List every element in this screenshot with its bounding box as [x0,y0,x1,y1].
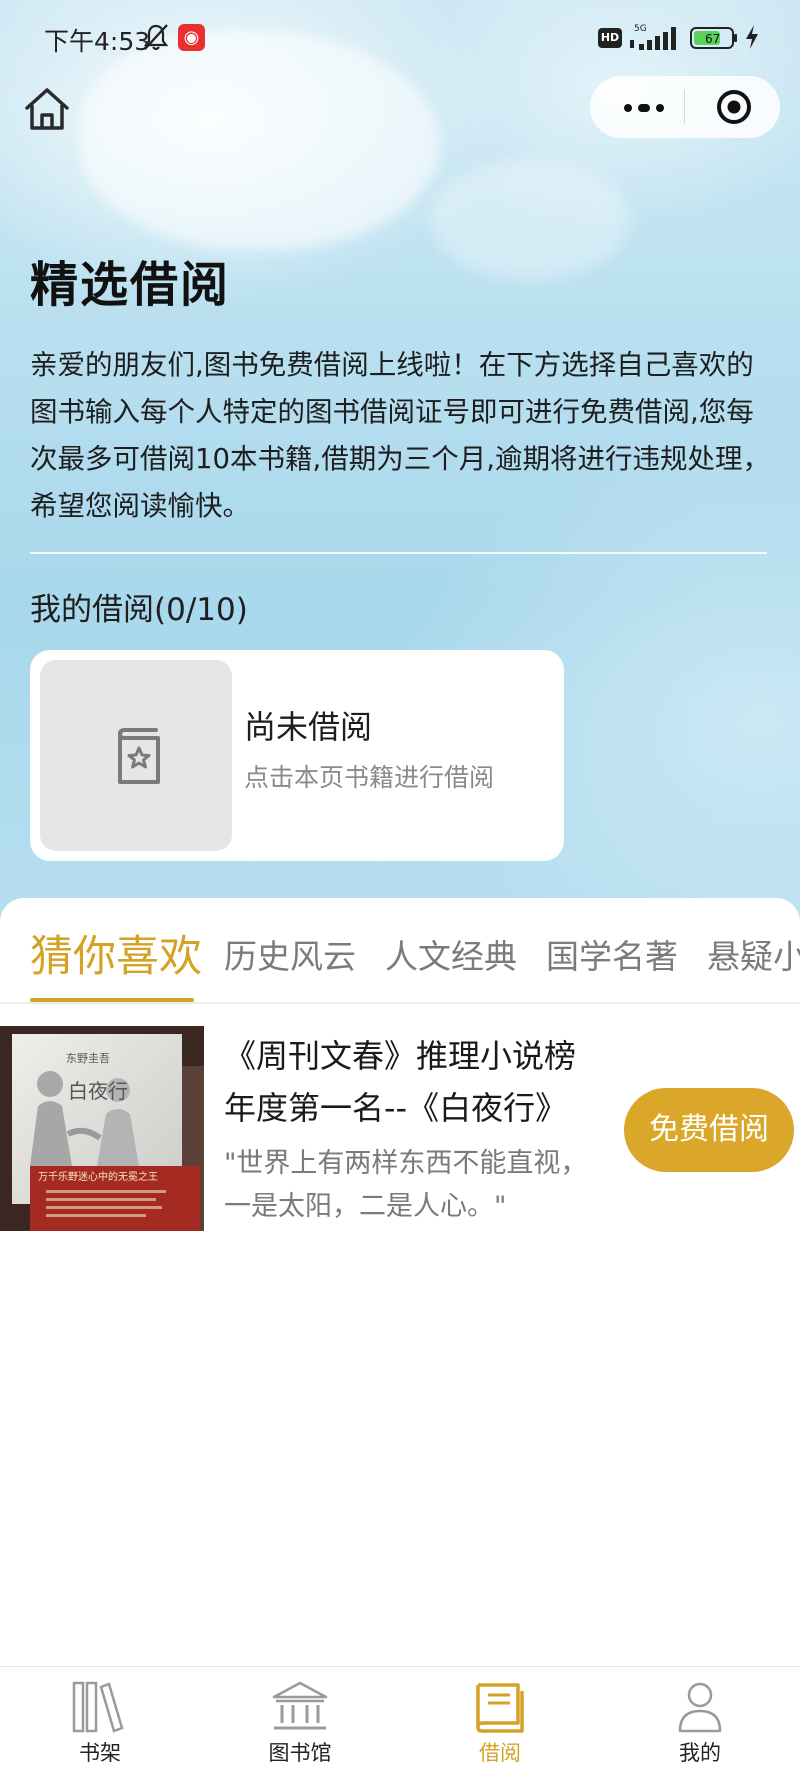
close-button[interactable] [694,76,772,138]
tabbar-item-library[interactable]: 图书馆 [200,1667,400,1778]
tab-mystery[interactable]: 悬疑小说 [707,930,800,978]
battery-icon: 67 [690,27,737,49]
category-tabs: 猜你喜欢 历史风云 人文经典 国学名著 悬疑小说 [0,898,800,1004]
mini-program-capsule [590,76,780,138]
page-title: 精选借阅 [30,257,231,313]
status-time: 下午4:53 [44,27,151,56]
tabbar-label: 书架 [79,1741,121,1765]
active-tab-indicator [30,998,194,1002]
book-star-icon [118,728,160,784]
bottom-tab-bar: 书架 图书馆 借阅 我的 [0,1666,800,1778]
content-sheet: 猜你喜欢 历史风云 人文经典 国学名著 悬疑小说 东野圭吾 白夜行 [0,898,800,1668]
hd-badge: HD [598,28,622,48]
network-type-label: 5G [634,24,647,34]
cover-title: 白夜行 [68,1079,128,1103]
section-divider [30,552,767,554]
tab-humanities[interactable]: 人文经典 [385,930,517,978]
empty-borrow-title: 尚未借阅 [244,708,373,746]
signal-icon: 5G [630,24,676,50]
book-quote: "世界上有两样东西不能直视，一是太阳，二是人心。" [224,1148,588,1222]
tabbar-label: 图书馆 [268,1741,332,1765]
status-bar: 下午4:53 ◉ HD 5G 67 [0,18,800,58]
person-icon [678,1682,722,1733]
my-borrow-card[interactable]: 尚未借阅 点击本页书籍进行借阅 [30,650,564,861]
cloud-decoration [80,30,440,250]
my-borrow-title: 我的借阅(0/10) [30,592,248,628]
tabbar-label: 我的 [679,1741,721,1765]
cover-banner: 万千乐野迷心中的无冕之王 [38,1170,158,1183]
tabbar-item-borrow[interactable]: 借阅 [400,1667,600,1778]
book-cover-image[interactable]: 东野圭吾 白夜行 万千乐野迷心中的无冕之王 [0,1026,204,1231]
library-icon [272,1681,328,1730]
charging-icon [746,25,758,49]
free-borrow-button[interactable]: 免费借阅 [624,1088,794,1172]
tab-chinese-classics[interactable]: 国学名著 [546,930,678,978]
book-icon [476,1683,524,1733]
tabbar-label: 借阅 [479,1741,521,1765]
intro-text: 亲爱的朋友们,图书免费借阅上线啦！在下方选择自己喜欢的图书输入每个人特定的图书借… [30,349,770,522]
notification-app-icon: ◉ [178,24,205,51]
bell-muted-icon [143,24,169,51]
tab-guess-you-like[interactable]: 猜你喜欢 [30,922,202,984]
target-icon [717,90,751,124]
more-button[interactable] [600,76,678,138]
bookshelf-icon [72,1681,124,1733]
empty-borrow-subtitle: 点击本页书籍进行借阅 [244,763,495,792]
cover-author: 东野圭吾 [66,1052,110,1065]
capsule-divider [684,90,685,124]
tab-history[interactable]: 历史风云 [224,930,356,978]
tabbar-item-mine[interactable]: 我的 [600,1667,800,1778]
placeholder-cover [40,660,232,851]
tabbar-item-bookshelf[interactable]: 书架 [0,1667,200,1778]
more-dots-icon [624,104,664,112]
home-button[interactable] [22,84,72,134]
book-title[interactable]: 《周刊文春》推理小说榜年度第一名--《白夜行》 [224,1030,604,1134]
book-list-item[interactable]: 东野圭吾 白夜行 万千乐野迷心中的无冕之王 《周刊文春》推理小说榜年度第一名--… [0,1026,800,1231]
battery-level: 67 [705,32,720,46]
cloud-decoration [430,160,630,280]
